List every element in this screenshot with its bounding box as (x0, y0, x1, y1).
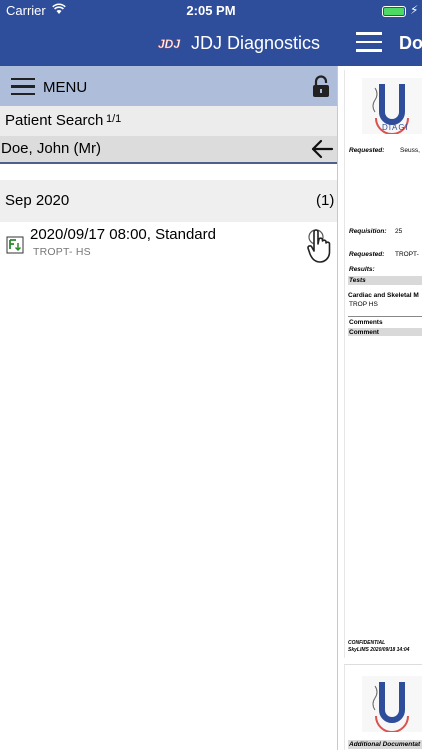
diagnostics-logo-2 (362, 676, 422, 732)
nav-bar: JDJ JDJ Diagnostics Do (0, 22, 422, 66)
test-group: Cardiac and Skeletal M (348, 292, 419, 299)
patient-search-label: Patient Search (5, 112, 104, 129)
clock: 2:05 PM (186, 3, 236, 18)
battery-icon (382, 6, 406, 17)
requested-tests-value: TROPT- (395, 251, 419, 258)
menu-bar: MENU (0, 66, 337, 106)
jdj-logo: JDJ (158, 37, 181, 51)
svg-text:JDJ: JDJ (158, 37, 180, 51)
comment-label: Comment (349, 329, 379, 336)
result-title: 2020/09/17 08:00, Standard (30, 226, 216, 243)
requisition-label: Requisition: (349, 228, 387, 235)
month-count: (1) (316, 192, 335, 209)
requested-label: Requested: (349, 147, 385, 154)
document-menu-button[interactable] (356, 32, 382, 54)
patient-name: Doe, John (Mr) (1, 140, 102, 157)
logo-text: DIAGI (382, 123, 409, 132)
patient-search-header: Patient Search 1/1 (0, 106, 337, 136)
footer-confidential: CONFIDENTIAL (348, 640, 386, 646)
tests-label: Tests (349, 277, 366, 284)
lock-icon[interactable] (312, 75, 330, 98)
document-download-icon (6, 236, 24, 254)
document-page (344, 70, 422, 658)
document-title: Do (399, 33, 422, 53)
comments-rule (348, 316, 422, 317)
footer-stamp: SkyLIMS 2020/09/18 14:04 (348, 647, 410, 653)
month-group-header[interactable]: Sep 2020 (1) (0, 180, 337, 222)
patient-row: Doe, John (Mr) (0, 136, 337, 164)
app-title: JDJ Diagnostics (191, 33, 321, 53)
diagnostics-logo: DIAGI (362, 78, 422, 134)
test-item: TROP HS (349, 301, 378, 308)
comments-label: Comments (349, 319, 383, 326)
requisition-value: 25 (395, 228, 403, 235)
patient-search-count: 1/1 (106, 113, 122, 125)
results-pane: MENU Patient Search 1/1 Doe, John (Mr) S… (0, 66, 337, 750)
back-arrow-icon[interactable] (310, 139, 334, 159)
additional-doc-label: Additional Documentat (349, 741, 421, 748)
bolt-icon: ⚡ (410, 3, 419, 17)
requested-value: Seuss, (400, 147, 420, 154)
status-bar: Carrier 2:05 PM ⚡ (0, 0, 422, 22)
month-label: Sep 2020 (5, 192, 70, 209)
requested-tests-label: Requested: (349, 251, 385, 258)
result-subtitle: TROPT- HS (33, 246, 91, 258)
list-item[interactable]: 2020/09/17 08:00, Standard TROPT- HS (0, 222, 337, 264)
hamburger-icon[interactable] (11, 78, 35, 96)
document-preview[interactable]: DIAGI Requested: Seuss, Requisition: 25 … (338, 66, 422, 750)
menu-button[interactable]: MENU (43, 79, 87, 96)
hand-pointer-icon[interactable] (305, 228, 335, 264)
results-label: Results: (349, 266, 375, 273)
